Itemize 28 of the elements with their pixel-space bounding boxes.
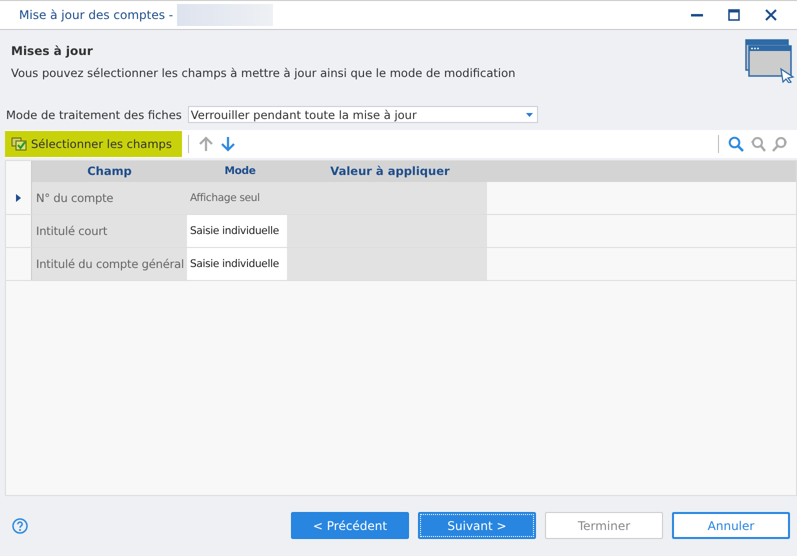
- column-header: Valeur à appliquer: [329, 163, 451, 180]
- checked-windows-icon: [11, 137, 27, 151]
- table-cell: Intitulé court: [32, 215, 187, 247]
- wizard-button[interactable]: Suivant >: [418, 512, 536, 539]
- section-title: Mises à jour: [11, 44, 94, 58]
- table-cell[interactable]: Saisie individuelle: [187, 248, 287, 280]
- help-icon[interactable]: [12, 518, 28, 534]
- search-next-icon[interactable]: [772, 136, 788, 152]
- processing-mode-label: Mode de traitement des fiches: [6, 108, 182, 122]
- search-icon[interactable]: [728, 136, 744, 152]
- table-cell: Intitulé du compte général: [32, 248, 187, 280]
- caret-icon: [526, 112, 533, 116]
- wizard-button[interactable]: Annuler: [672, 512, 790, 539]
- close-icon[interactable]: [765, 9, 777, 21]
- processing-mode-dropdown[interactable]: Verrouiller pendant toute la mise à jour: [188, 106, 538, 123]
- column-header: Mode: [223, 164, 257, 179]
- windows-cursor-icon: [745, 39, 795, 83]
- section-description: Vous pouvez sélectionner les champs à mettre à jour ainsi que le mode de modification: [11, 66, 516, 80]
- wizard-button[interactable]: < Précédent: [291, 512, 409, 539]
- table-cell: N° du compte: [32, 182, 187, 214]
- table-cell[interactable]: Saisie individuelle: [187, 215, 287, 247]
- select-fields-button[interactable]: Sélectionner les champs: [5, 131, 182, 157]
- table-cell[interactable]: Affichage seul: [187, 182, 287, 214]
- search-previous-icon[interactable]: [750, 136, 766, 152]
- column-header: Champ: [86, 163, 133, 180]
- move-down-icon[interactable]: [220, 136, 236, 152]
- window-title: Mise à jour des comptes -: [19, 8, 174, 22]
- maximize-icon[interactable]: [728, 9, 740, 21]
